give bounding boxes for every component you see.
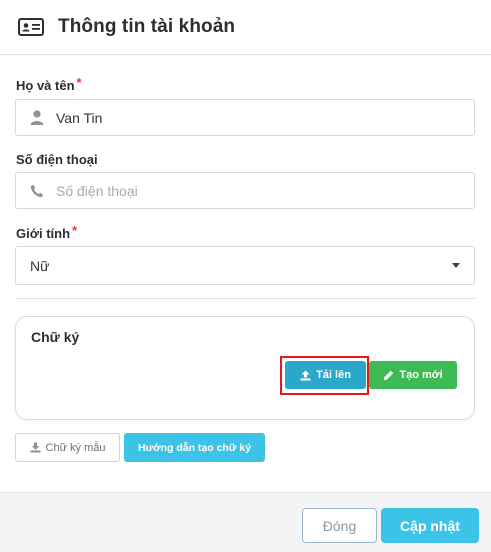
gender-label: Giới tính * (16, 223, 78, 241)
signature-guide-button[interactable]: Hướng dẫn tạo chữ ký (124, 433, 265, 462)
page-title: Thông tin tài khoản (58, 16, 236, 37)
close-label: Đóng (322, 517, 357, 534)
signature-title: Chữ ký (31, 329, 80, 345)
update-label: Cập nhật (400, 517, 460, 534)
id-card-icon (18, 18, 44, 36)
update-button[interactable]: Cập nhật (381, 508, 479, 543)
sample-label: Chữ ký mẫu (45, 441, 106, 454)
close-button[interactable]: Đóng (302, 508, 377, 543)
upload-button[interactable]: Tải lên (285, 361, 366, 389)
guide-label: Hướng dẫn tạo chữ ký (137, 441, 252, 454)
phone-label: Số điện thoại (16, 152, 98, 167)
upload-icon (300, 370, 311, 381)
fullname-value: Van Tin (56, 109, 103, 126)
pencil-icon (383, 370, 394, 381)
create-label: Tạo mới (399, 369, 443, 381)
phone-input[interactable] (56, 182, 436, 199)
sample-signature-button[interactable]: Chữ ký mẫu (15, 433, 120, 462)
phone-label-text: Số điện thoại (16, 152, 98, 167)
fullname-field[interactable]: Van Tin (15, 99, 475, 136)
required-mark: * (72, 223, 78, 238)
phone-field[interactable] (15, 172, 475, 209)
fullname-label: Họ và tên * (16, 75, 82, 93)
divider (15, 298, 475, 299)
required-mark: * (76, 75, 82, 90)
user-icon (29, 110, 45, 126)
chevron-down-icon (452, 263, 460, 268)
gender-selected-value: Nữ (30, 257, 50, 274)
phone-icon (29, 183, 45, 199)
fullname-label-text: Họ và tên (16, 78, 75, 93)
gender-label-text: Giới tính (16, 226, 71, 241)
create-signature-button[interactable]: Tạo mới (369, 361, 457, 389)
gender-select[interactable]: Nữ (15, 246, 475, 285)
download-icon (30, 442, 41, 453)
upload-label: Tải lên (316, 369, 351, 381)
modal-header: Thông tin tài khoản (0, 0, 491, 55)
